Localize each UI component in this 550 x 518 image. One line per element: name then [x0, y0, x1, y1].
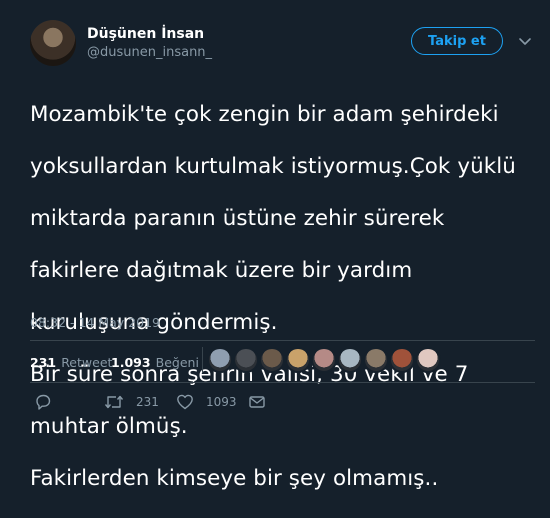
liker-avatar[interactable]: [207, 347, 233, 373]
envelope-icon: [249, 396, 265, 408]
retweet-icon: [104, 395, 124, 409]
tweet-text: Mozambik'te çok zengin bir adam şehirdek…: [30, 76, 535, 518]
liker-avatar[interactable]: [389, 347, 415, 373]
reply-icon: [36, 394, 51, 410]
like-stat-label: Beğeni: [155, 355, 199, 370]
liker-avatar[interactable]: [233, 347, 259, 373]
follow-button[interactable]: Takip et: [411, 27, 503, 55]
reply-button[interactable]: [34, 393, 64, 411]
liker-avatar[interactable]: [337, 347, 363, 373]
like-stat[interactable]: 1.093 Beğeni: [111, 352, 199, 371]
retweet-stat-label: Retweet: [61, 355, 113, 370]
stats-separator: [202, 347, 203, 373]
liker-avatar[interactable]: [259, 347, 285, 373]
author-handle[interactable]: @dusunen_insann_: [87, 45, 212, 60]
tweet-timestamp[interactable]: 08:32 - 14 May 2019: [30, 315, 160, 330]
divider: [30, 340, 535, 341]
like-button[interactable]: 1093: [176, 393, 237, 411]
message-button[interactable]: [248, 393, 266, 411]
liker-avatar[interactable]: [363, 347, 389, 373]
action-bar: 231 1093: [30, 388, 535, 418]
like-action-count: 1093: [206, 395, 237, 409]
divider: [30, 382, 535, 383]
tweet-line: Mozambik'te çok zengin bir adam şehirdek…: [30, 102, 499, 127]
retweet-button[interactable]: 231: [104, 393, 159, 411]
retweet-stat[interactable]: 231 Retweet: [30, 352, 112, 371]
retweet-action-count: 231: [136, 395, 159, 409]
liker-avatar[interactable]: [415, 347, 441, 373]
author-avatar[interactable]: [30, 20, 76, 66]
author-display-name[interactable]: Düşünen İnsan: [87, 26, 204, 42]
tweet-line: Fakirlerden kimseye bir şey olmamış..: [30, 466, 439, 491]
like-stat-count: 1.093: [111, 355, 151, 370]
liker-avatar[interactable]: [311, 347, 337, 373]
tweet-line: fakirlere dağıtmak üzere bir yardım: [30, 258, 413, 283]
tweet-line: miktarda paranın üstüne zehir sürerek: [30, 206, 445, 231]
tweet-header: Düşünen İnsan @dusunen_insann_ Takip et: [0, 0, 550, 72]
liker-avatar[interactable]: [285, 347, 311, 373]
chevron-down-icon[interactable]: [517, 33, 533, 49]
tweet-line: yoksullardan kurtulmak istiyormuş.Çok yü…: [30, 154, 516, 179]
heart-icon: [177, 394, 193, 410]
retweet-stat-count: 231: [30, 355, 57, 370]
engagement-stats: 231 Retweet 1.093 Beğeni: [30, 342, 535, 378]
